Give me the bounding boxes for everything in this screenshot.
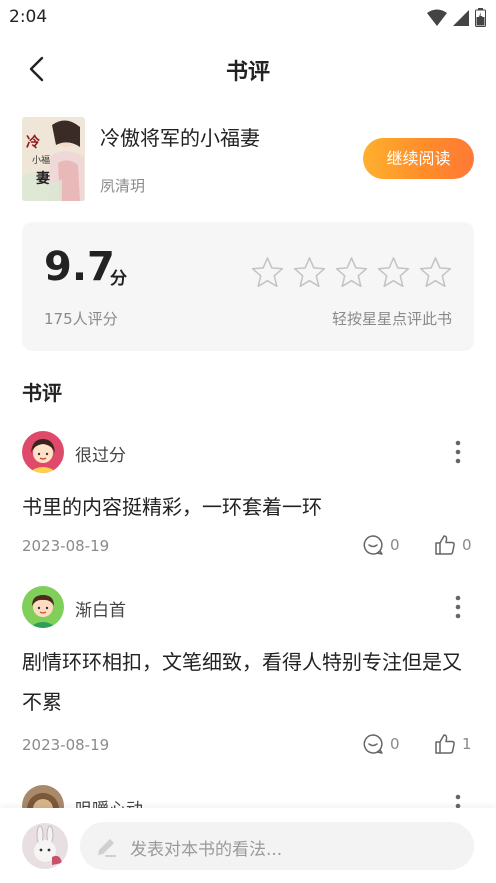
- comment-icon: [363, 535, 383, 555]
- book-cover[interactable]: 冷 小福 妻: [22, 117, 85, 201]
- review-item: 渐白首 剧情环环相扣，文笔细致，看得人特别专注但是又不累 2023-08-19 …: [22, 586, 474, 761]
- review-content: 书里的内容挺精彩，一环套着一环: [22, 495, 322, 519]
- star-icon[interactable]: [377, 256, 410, 289]
- battery-icon: [475, 8, 486, 27]
- page-title: 书评: [225, 60, 270, 85]
- svg-text:冷: 冷: [26, 134, 40, 151]
- pen-icon: [98, 839, 116, 857]
- avatar[interactable]: [22, 431, 64, 473]
- boy-avatar-icon: [22, 586, 64, 628]
- more-options-button[interactable]: [450, 439, 466, 465]
- comment-button[interactable]: 0: [362, 533, 402, 557]
- comment-input[interactable]: 发表对本书的看法...: [80, 822, 474, 870]
- lion-avatar-icon: [22, 785, 64, 808]
- rating-card: 9.7 分 175人评分 轻按星星点评此书: [22, 222, 474, 351]
- status-bar: 2:04: [0, 0, 496, 34]
- review-item: 咀嚼心动: [22, 785, 474, 808]
- like-count: 1: [462, 735, 472, 753]
- girl-avatar-icon: [22, 431, 64, 473]
- review-date: 2023-08-19: [22, 736, 110, 754]
- rating-stars: [251, 256, 452, 289]
- reviewer-name: 很过分: [75, 446, 126, 466]
- comment-button[interactable]: 0: [362, 732, 402, 756]
- continue-reading-button[interactable]: 继续阅读: [363, 138, 474, 179]
- thumbs-up-icon: [435, 535, 455, 555]
- avatar[interactable]: [22, 785, 64, 808]
- avatar[interactable]: [22, 586, 64, 628]
- more-options-button[interactable]: [450, 594, 466, 620]
- status-time: 2:04: [9, 7, 48, 27]
- book-title: 冷傲将军的小福妻: [100, 126, 260, 150]
- more-options-button[interactable]: [450, 793, 466, 808]
- review-content: 剧情环环相扣，文笔细致，看得人特别专注但是又不累: [22, 650, 462, 714]
- rabbit-avatar-icon: [22, 823, 68, 869]
- svg-text:妻: 妻: [36, 170, 50, 187]
- comment-bar: 发表对本书的看法...: [0, 808, 496, 883]
- rating-score-unit: 分: [110, 269, 127, 289]
- review-item: 很过分 书里的内容挺精彩，一环套着一环 2023-08-19 0 0: [22, 431, 474, 561]
- comment-icon: [363, 734, 383, 754]
- rating-hint: 轻按星星点评此书: [331, 310, 452, 328]
- header: 书评: [0, 44, 496, 92]
- review-date: 2023-08-19: [22, 537, 110, 555]
- rating-count: 175人评分: [44, 310, 118, 328]
- comment-count: 0: [390, 735, 400, 753]
- like-count: 0: [462, 536, 472, 554]
- wifi-icon: [427, 9, 447, 26]
- book-info: 冷 小福 妻 冷傲将军的小福妻 夙清玥 继续阅读: [22, 117, 474, 201]
- book-author[interactable]: 夙清玥: [100, 175, 145, 196]
- more-vertical-icon: [455, 595, 461, 619]
- svg-text:小福: 小福: [32, 154, 50, 166]
- my-avatar[interactable]: [22, 823, 68, 869]
- like-button[interactable]: 1: [434, 732, 474, 756]
- reviews-section-title: 书评: [22, 381, 62, 405]
- comment-placeholder: 发表对本书的看法...: [130, 840, 283, 860]
- like-button[interactable]: 0: [434, 533, 474, 557]
- star-icon[interactable]: [419, 256, 452, 289]
- signal-icon: [453, 9, 469, 26]
- star-icon[interactable]: [251, 256, 284, 289]
- status-icons: [427, 8, 486, 27]
- star-icon[interactable]: [293, 256, 326, 289]
- rating-score: 9.7: [44, 244, 115, 290]
- more-vertical-icon: [455, 440, 461, 464]
- book-cover-image: 冷 小福 妻: [22, 117, 85, 201]
- comment-count: 0: [390, 536, 400, 554]
- reviewer-name: 渐白首: [75, 601, 126, 621]
- reviewer-name: 咀嚼心动: [75, 795, 143, 808]
- thumbs-up-icon: [435, 734, 455, 754]
- star-icon[interactable]: [335, 256, 368, 289]
- more-vertical-icon: [455, 794, 461, 808]
